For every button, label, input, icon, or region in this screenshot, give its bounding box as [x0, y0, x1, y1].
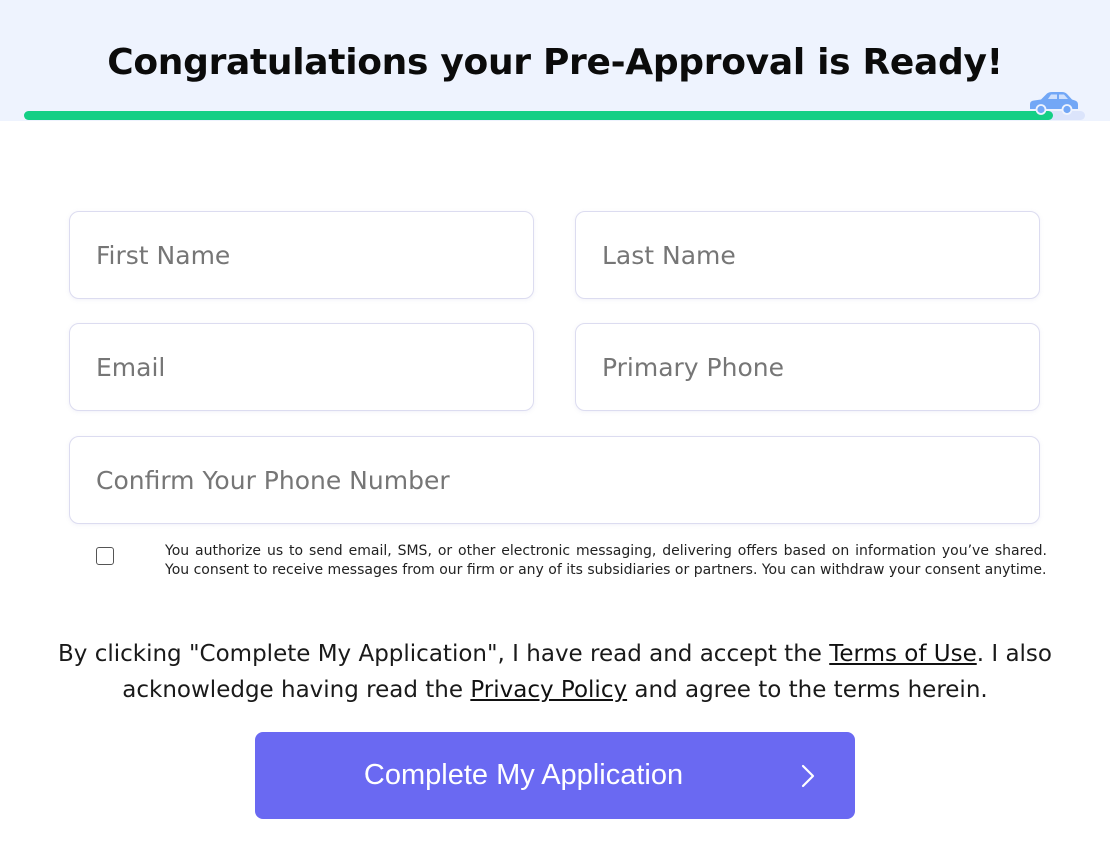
privacy-policy-link[interactable]: Privacy Policy: [470, 677, 627, 703]
last-name-input[interactable]: [575, 211, 1040, 299]
page-title: Congratulations your Pre-Approval is Rea…: [107, 42, 1003, 83]
chevron-right-icon: [801, 764, 815, 788]
complete-application-button[interactable]: Complete My Application: [255, 732, 855, 819]
terms-prefix: By clicking "Complete My Application", I…: [58, 641, 830, 667]
consent-text: You authorize us to send email, SMS, or …: [165, 543, 1047, 578]
terms-suffix: and agree to the terms herein.: [627, 677, 988, 703]
progress-bar: [24, 111, 1085, 120]
confirm-phone-input[interactable]: [69, 436, 1040, 524]
submit-button-label: Complete My Application: [363, 759, 684, 791]
first-name-input[interactable]: [69, 211, 534, 299]
consent-checkbox[interactable]: [96, 547, 114, 565]
terms-of-use-link[interactable]: Terms of Use: [829, 641, 977, 667]
car-icon: [1030, 92, 1078, 115]
email-input[interactable]: [69, 323, 534, 411]
terms-statement: By clicking "Complete My Application", I…: [30, 636, 1080, 708]
progress-fill: [24, 111, 1054, 120]
primary-phone-input[interactable]: [575, 323, 1040, 411]
